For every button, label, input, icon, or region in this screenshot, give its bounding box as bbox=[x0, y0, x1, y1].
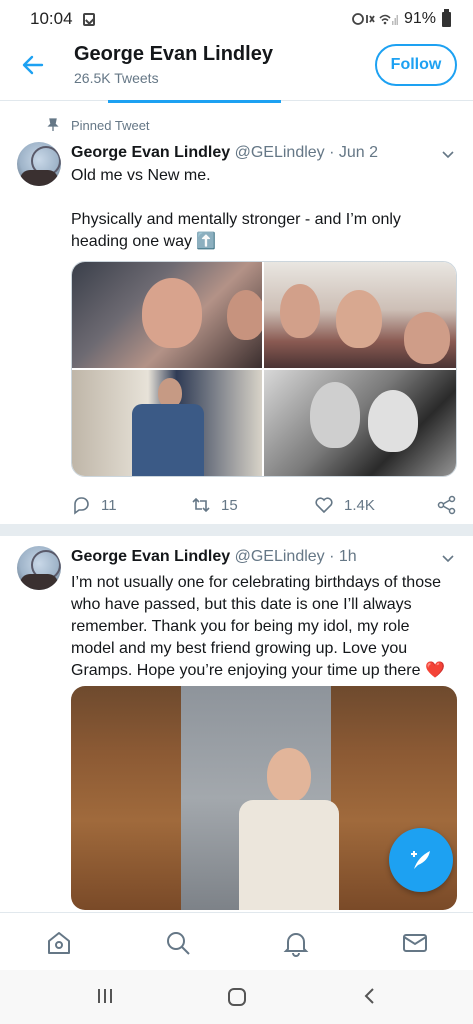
photo-new-me-2[interactable] bbox=[264, 370, 456, 476]
status-right: 91% bbox=[352, 8, 451, 28]
bottom-nav bbox=[0, 912, 473, 970]
heart-icon bbox=[315, 497, 333, 514]
tweet-header: George Evan Lindley @GELindley · 1h bbox=[71, 548, 357, 566]
tweet-count: 26.5K Tweets bbox=[74, 70, 159, 86]
share-icon bbox=[437, 495, 456, 515]
tweet-header: George Evan Lindley @GELindley · Jun 2 bbox=[71, 144, 378, 162]
chevron-down-icon[interactable] bbox=[441, 147, 455, 161]
mail-icon[interactable] bbox=[401, 929, 429, 957]
system-nav bbox=[0, 970, 473, 1024]
profile-header: George Evan Lindley 26.5K Tweets Follow bbox=[0, 38, 473, 101]
status-left: 10:04 bbox=[30, 9, 95, 29]
battery-icon bbox=[442, 8, 451, 27]
photo-old-me-2[interactable] bbox=[264, 262, 456, 368]
compose-button[interactable] bbox=[389, 828, 453, 892]
tweet-text: I’m not usually one for celebrating birt… bbox=[71, 574, 446, 679]
status-bar: 10:04 91% bbox=[0, 0, 473, 38]
reply-count: 11 bbox=[101, 496, 117, 514]
like-button[interactable]: 1.4K bbox=[314, 495, 375, 515]
author-handle-date: @GELindley · Jun 2 bbox=[234, 144, 379, 161]
retweet-count: 15 bbox=[221, 496, 238, 514]
pin-icon bbox=[47, 118, 59, 131]
recent-apps-icon[interactable] bbox=[95, 986, 115, 1006]
tweet-divider bbox=[0, 524, 473, 536]
reply-icon bbox=[74, 497, 89, 515]
back-button-icon[interactable] bbox=[360, 986, 380, 1006]
retweet-button[interactable]: 15 bbox=[191, 495, 238, 515]
search-icon[interactable] bbox=[164, 929, 192, 957]
photo-old-me-1[interactable] bbox=[72, 262, 262, 368]
avatar[interactable] bbox=[17, 142, 61, 186]
photo-grid[interactable] bbox=[71, 261, 457, 477]
author-name[interactable]: George Evan Lindley bbox=[71, 548, 230, 565]
status-time: 10:04 bbox=[30, 9, 73, 28]
profile-name: George Evan Lindley bbox=[74, 43, 273, 65]
tweet-actions: 11 15 1.4K bbox=[71, 495, 461, 519]
compose-icon bbox=[411, 851, 430, 869]
pinned-label: Pinned Tweet bbox=[71, 118, 150, 133]
notification-check-icon bbox=[82, 12, 95, 26]
tab-indicator bbox=[108, 100, 281, 103]
status-icons bbox=[352, 13, 398, 25]
photo-new-me-1[interactable] bbox=[72, 370, 262, 476]
share-button[interactable] bbox=[437, 495, 457, 515]
home-icon[interactable] bbox=[45, 929, 73, 957]
retweet-icon bbox=[192, 497, 210, 513]
chevron-down-icon[interactable] bbox=[441, 551, 455, 565]
home-button-icon[interactable] bbox=[226, 986, 248, 1008]
reply-button[interactable]: 11 bbox=[71, 495, 117, 515]
author-handle-date: @GELindley · 1h bbox=[234, 548, 357, 565]
follow-button[interactable]: Follow bbox=[375, 44, 457, 86]
bell-icon[interactable] bbox=[282, 929, 310, 957]
avatar[interactable] bbox=[17, 546, 61, 590]
like-count: 1.4K bbox=[344, 496, 375, 514]
author-name[interactable]: George Evan Lindley bbox=[71, 144, 230, 161]
tweet-text: Old me vs New me. Physically and mentall… bbox=[71, 167, 401, 250]
back-arrow-icon[interactable] bbox=[20, 52, 46, 78]
battery-percent: 91% bbox=[403, 10, 436, 27]
